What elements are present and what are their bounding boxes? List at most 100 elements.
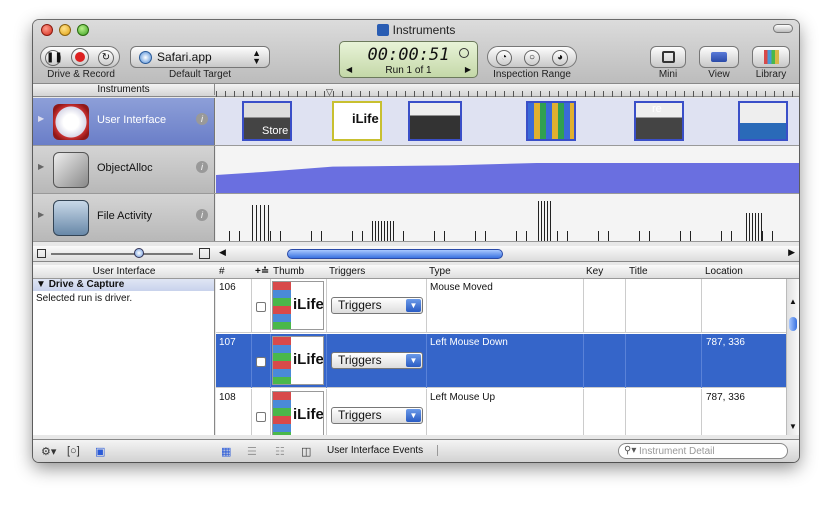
- row-location: 787, 336: [706, 392, 745, 403]
- info-icon[interactable]: i: [196, 113, 208, 125]
- column-header-key[interactable]: Key: [586, 266, 603, 277]
- pause-button[interactable]: ❚❚: [45, 50, 63, 66]
- range-clear-button[interactable]: ○: [524, 50, 540, 66]
- row-type: Mouse Moved: [430, 282, 493, 293]
- add-column-icon[interactable]: +≐: [255, 266, 269, 277]
- info-icon[interactable]: i: [196, 209, 208, 221]
- column-header-number[interactable]: #: [219, 266, 225, 277]
- photo-collage-icon: [273, 337, 291, 384]
- inspection-range-group: ◔ ○ ◕: [487, 46, 577, 68]
- section-header[interactable]: ▼ Drive & Capture: [33, 279, 214, 291]
- alloc-graph[interactable]: [216, 146, 799, 193]
- run-label: Run 1 of 1: [385, 65, 432, 76]
- timeline-scrollbar[interactable]: [287, 249, 503, 259]
- column-header-location[interactable]: Location: [705, 266, 743, 277]
- disclosure-open-icon[interactable]: ▼: [36, 279, 49, 290]
- ui-thumb[interactable]: [738, 101, 788, 141]
- ui-thumb[interactable]: re: [634, 101, 684, 141]
- alloc-graph-fill: [216, 163, 799, 193]
- column-header-type[interactable]: Type: [429, 266, 451, 277]
- loop-button[interactable]: ↻: [98, 50, 114, 66]
- library-button[interactable]: [752, 46, 790, 68]
- ui-thumb[interactable]: Store: [242, 101, 292, 141]
- prev-run-icon[interactable]: ◀: [346, 65, 352, 74]
- instrument-row-file-activity[interactable]: ▶ File Activity i: [33, 194, 799, 242]
- detail-toggle-icon[interactable]: ▣: [95, 445, 105, 458]
- instrument-label[interactable]: ▶ ObjectAlloc i: [33, 146, 215, 193]
- column-header-triggers[interactable]: Triggers: [329, 266, 365, 277]
- instrument-label[interactable]: ▶ File Activity i: [33, 194, 215, 241]
- ui-thumb[interactable]: [526, 101, 576, 141]
- gear-icon[interactable]: ⚙▾: [41, 445, 56, 458]
- row-checkbox[interactable]: [256, 357, 266, 367]
- drive-record-label: Drive & Record: [47, 69, 115, 80]
- object-alloc-icon: [53, 152, 89, 188]
- table-row[interactable]: 107 iLife Triggers ▼ Left Mouse Down 787,…: [216, 334, 786, 388]
- table-row[interactable]: 106 iLife Triggers ▼ Mouse Moved: [216, 279, 786, 333]
- zoom-slider-knob[interactable]: [134, 248, 144, 258]
- target-popup[interactable]: Safari.app ▲ ▼: [130, 46, 270, 68]
- timer-value: 00:00:51: [367, 45, 450, 65]
- row-type: Left Mouse Down: [430, 337, 508, 348]
- call-tree-icon[interactable]: ☷: [275, 445, 285, 458]
- bottom-bar: ⚙▾ [○] ▣ ▦ ☰ ☷ ◫ User Interface Events ⚲…: [33, 439, 799, 462]
- disclosure-triangle-icon[interactable]: ▶: [38, 210, 44, 219]
- instrument-row-objectalloc[interactable]: ▶ ObjectAlloc i: [33, 146, 799, 194]
- range-end-button[interactable]: ◕: [552, 50, 568, 66]
- hard-drive-icon: [53, 200, 89, 236]
- triggers-popup[interactable]: Triggers ▼: [331, 297, 423, 314]
- extended-detail-icon[interactable]: ◫: [301, 445, 311, 458]
- scroll-thumb[interactable]: [789, 317, 797, 331]
- next-run-icon[interactable]: ▶: [465, 65, 471, 74]
- table-view-icon[interactable]: ▦: [221, 445, 231, 458]
- activity-spikes: [252, 205, 270, 241]
- view-button[interactable]: [699, 46, 739, 68]
- mini-button[interactable]: [650, 46, 686, 68]
- info-icon[interactable]: i: [196, 161, 208, 173]
- column-header-title[interactable]: Title: [629, 266, 648, 277]
- record-button[interactable]: [71, 48, 89, 66]
- ui-events-track[interactable]: Store iLife re: [216, 98, 799, 145]
- instruments-header: Instruments: [33, 84, 215, 95]
- library-icon: [764, 50, 779, 64]
- activity-spikes: [746, 213, 764, 241]
- ui-thumb[interactable]: iLife: [332, 101, 382, 141]
- chevron-down-icon: ▼: [406, 354, 421, 367]
- library-label: Library: [755, 69, 787, 80]
- scroll-right-icon[interactable]: ▶: [788, 247, 795, 258]
- row-checkbox[interactable]: [256, 302, 266, 312]
- toolbar: Instruments ❚❚ ↻ Drive & Record Safari.a…: [33, 20, 799, 84]
- scroll-down-icon[interactable]: ▼: [789, 422, 797, 431]
- instruments-list: ▶ User Interface i Store iLife re ▶ Obje…: [33, 98, 799, 246]
- row-thumb: iLife: [272, 391, 324, 435]
- disclosure-triangle-icon[interactable]: ▶: [38, 114, 44, 123]
- capture-icon[interactable]: [○]: [67, 445, 80, 457]
- table-row[interactable]: 108 iLife Triggers ▼ Left Mouse Up 787, 3…: [216, 389, 786, 435]
- table-scrollbar[interactable]: ▲ ▼: [786, 279, 799, 435]
- triggers-popup[interactable]: Triggers ▼: [331, 407, 423, 424]
- row-thumb: iLife: [272, 281, 324, 330]
- instruments-app-icon: [376, 24, 389, 36]
- breadcrumb[interactable]: User Interface Events: [327, 445, 439, 456]
- file-activity-graph[interactable]: [216, 194, 799, 241]
- timeline-ruler: Instruments ▽: [33, 84, 799, 97]
- scroll-left-icon[interactable]: ◀: [219, 247, 226, 258]
- zoom-slider[interactable]: [51, 253, 193, 255]
- range-start-button[interactable]: ◔: [496, 50, 512, 66]
- disclosure-triangle-icon[interactable]: ▶: [38, 162, 44, 171]
- triggers-popup[interactable]: Triggers ▼: [331, 352, 423, 369]
- instrument-row-user-interface[interactable]: ▶ User Interface i Store iLife re: [33, 98, 799, 146]
- instrument-label[interactable]: ▶ User Interface i: [33, 98, 215, 145]
- playhead-marker[interactable]: ▽: [326, 87, 333, 98]
- outline-view-icon[interactable]: ☰: [247, 445, 257, 458]
- scroll-up-icon[interactable]: ▲: [789, 297, 797, 306]
- search-input[interactable]: ⚲▾ Instrument Detail: [618, 443, 788, 459]
- zoom-in-icon[interactable]: [199, 248, 210, 259]
- mini-label: Mini: [658, 69, 678, 80]
- zoom-out-icon[interactable]: [37, 249, 46, 258]
- column-header-thumb[interactable]: Thumb: [273, 266, 304, 277]
- target-value: Safari.app: [157, 50, 212, 64]
- toolbar-toggle-button[interactable]: [773, 24, 793, 33]
- row-checkbox[interactable]: [256, 412, 266, 422]
- ui-thumb[interactable]: [408, 101, 462, 141]
